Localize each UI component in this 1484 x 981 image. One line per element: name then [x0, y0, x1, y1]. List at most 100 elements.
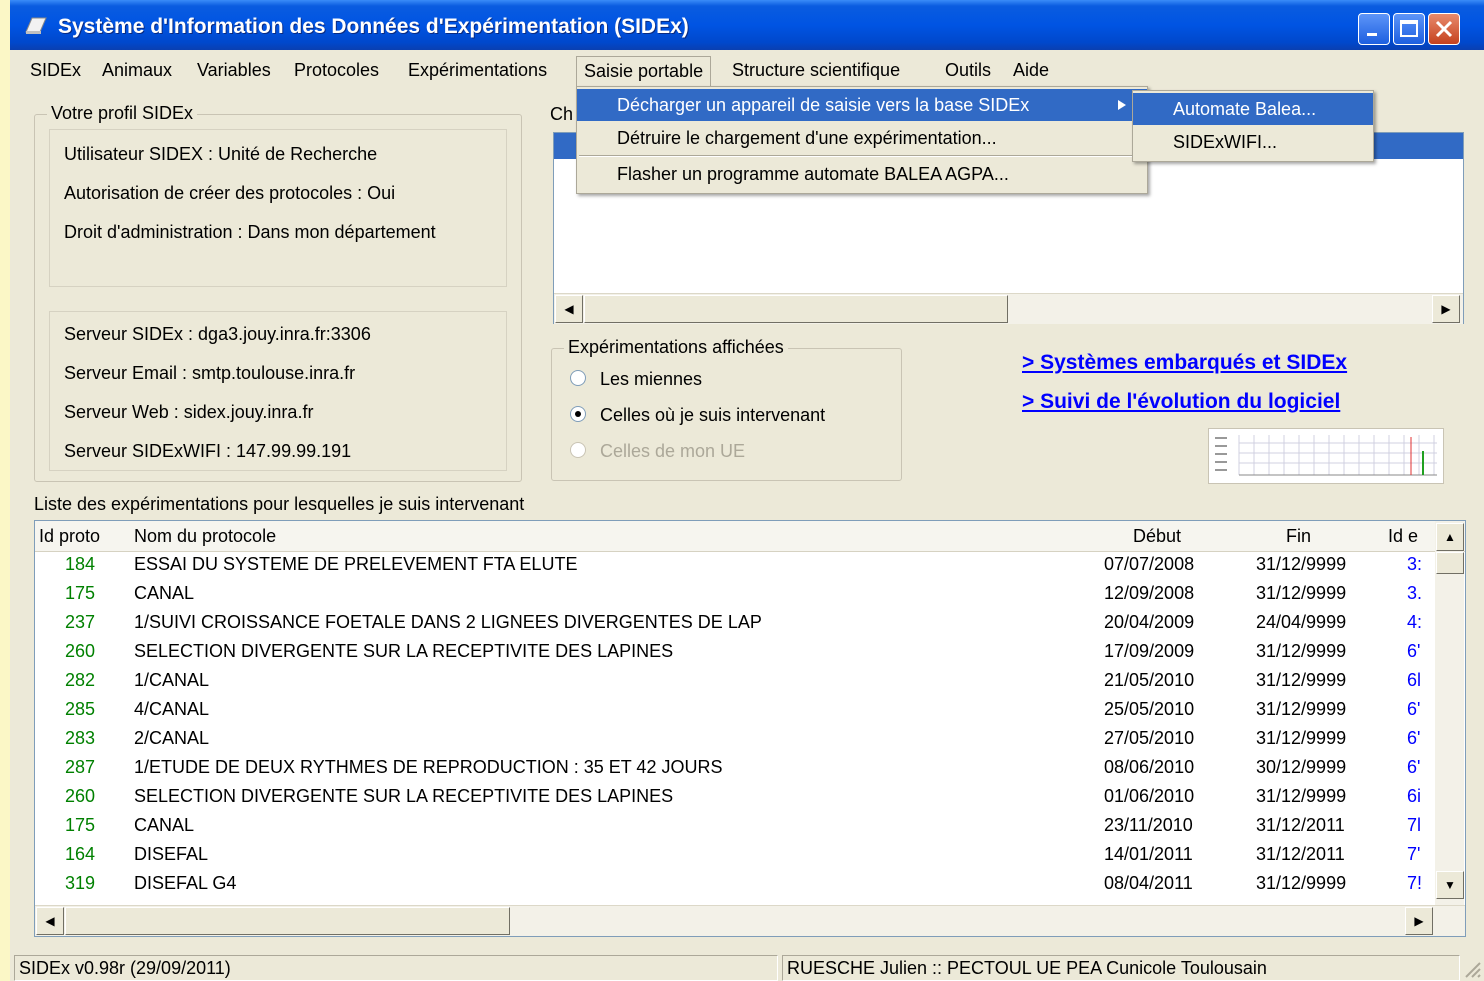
- radio-button-selected[interactable]: [570, 406, 586, 423]
- cell-id-exp: 6': [1407, 699, 1421, 719]
- scroll-down-button[interactable]: ▼: [1436, 871, 1464, 899]
- cell-id-exp: 6i: [1407, 786, 1422, 806]
- cell-name: 4/CANAL: [134, 699, 210, 719]
- status-user: RUESCHE Julien :: PECTOUL UE PEA Cunicol…: [782, 955, 1460, 981]
- column-header-id-proto[interactable]: Id proto: [39, 526, 100, 547]
- status-version: SIDEx v0.98r (29/09/2011): [14, 955, 778, 981]
- cell-debut: 01/06/2010: [1104, 786, 1195, 806]
- cell-id: 260: [65, 641, 96, 661]
- server-web: Serveur Web : sidex.jouy.inra.fr: [64, 402, 314, 422]
- server-email: Serveur Email : smtp.toulouse.inra.fr: [64, 363, 356, 383]
- table-row[interactable]: 285 4/CANAL 25/05/2010 31/12/9999 6': [35, 696, 1435, 725]
- table-row[interactable]: 184 ESSAI DU SYSTEME DE PRELEVEMENT FTA …: [35, 551, 1435, 580]
- scroll-left-button[interactable]: ◀: [36, 907, 64, 935]
- window-title: Système d'Information des Données d'Expé…: [58, 15, 689, 38]
- radio-button-disabled: [570, 442, 586, 459]
- arrow-up-icon: ▲: [1444, 530, 1456, 544]
- menu-item-detruire[interactable]: Détruire le chargement d'une expérimenta…: [577, 123, 1147, 155]
- submenu-item-automate-balea[interactable]: Automate Balea...: [1133, 93, 1373, 125]
- table-row[interactable]: 237 1/SUIVI CROISSANCE FOETALE DANS 2 LI…: [35, 609, 1435, 638]
- scroll-left-button[interactable]: ◀: [555, 295, 583, 323]
- menu-outils[interactable]: Outils: [945, 60, 991, 81]
- scroll-right-button[interactable]: ▶: [1405, 907, 1433, 935]
- cell-name: 1/SUIVI CROISSANCE FOETALE DANS 2 LIGNEE…: [134, 612, 762, 632]
- menu-separator: [579, 155, 1145, 157]
- radio-intervenant[interactable]: Celles où je suis intervenant: [570, 405, 825, 426]
- table-row[interactable]: 283 2/CANAL 27/05/2010 31/12/9999 6': [35, 725, 1435, 754]
- status-bar: SIDEx v0.98r (29/09/2011) RUESCHE Julien…: [10, 953, 1484, 981]
- cell-id-exp: 7!: [1407, 873, 1423, 893]
- cell-name: DISEFAL: [134, 844, 209, 864]
- cell-debut: 17/09/2009: [1104, 641, 1195, 661]
- vertical-scroll-thumb[interactable]: [1436, 552, 1464, 574]
- minimize-button[interactable]: [1358, 13, 1390, 45]
- menu-animaux[interactable]: Animaux: [102, 60, 172, 81]
- column-header-name[interactable]: Nom du protocole: [134, 526, 276, 547]
- menu-experimentations[interactable]: Expérimentations: [408, 60, 547, 81]
- column-header-id-exp[interactable]: Id e: [1388, 526, 1430, 547]
- load-horizontal-scrollbar[interactable]: ◀ ▶: [554, 293, 1463, 324]
- cell-fin: 31/12/9999: [1256, 641, 1347, 661]
- horizontal-scroll-thumb[interactable]: [65, 907, 510, 935]
- cell-id: 319: [65, 873, 96, 893]
- cell-fin: 31/12/9999: [1256, 786, 1347, 806]
- radio-my-ue: Celles de mon UE: [570, 441, 745, 462]
- radio-mine[interactable]: Les miennes: [570, 369, 702, 390]
- experiment-list-caption: Liste des expérimentations pour lesquell…: [34, 494, 525, 514]
- radio-button[interactable]: [570, 370, 586, 387]
- cell-debut: 08/04/2011: [1104, 873, 1193, 893]
- table-row[interactable]: 287 1/ETUDE DE DEUX RYTHMES DE REPRODUCT…: [35, 754, 1435, 783]
- close-button[interactable]: [1428, 13, 1460, 45]
- cell-fin: 31/12/9999: [1256, 583, 1347, 603]
- menu-item-label: Décharger un appareil de saisie vers la …: [617, 95, 1030, 115]
- table-row[interactable]: 260 SELECTION DIVERGENTE SUR LA RECEPTIV…: [35, 638, 1435, 667]
- table-row[interactable]: 175 CANAL 23/11/2010 31/12/2011 7l: [35, 812, 1435, 841]
- maximize-button[interactable]: [1393, 13, 1425, 45]
- table-row[interactable]: 260 SELECTION DIVERGENTE SUR LA RECEPTIV…: [35, 783, 1435, 812]
- cell-id: 283: [65, 728, 96, 748]
- cell-fin: 31/12/9999: [1256, 554, 1347, 574]
- table-vertical-scrollbar[interactable]: ▲ ▼: [1435, 521, 1464, 908]
- link-embedded-systems[interactable]: > Systèmes embarqués et SIDEx: [1022, 351, 1347, 375]
- cell-id: 237: [65, 612, 96, 632]
- submenu-arrow-icon: [1118, 100, 1126, 110]
- profile-create-protocols: Autorisation de créer des protocoles : O…: [64, 183, 396, 203]
- cell-fin: 31/12/9999: [1256, 873, 1347, 893]
- cell-name: CANAL: [134, 815, 195, 835]
- table-row[interactable]: 175 CANAL 12/09/2008 31/12/9999 3.: [35, 580, 1435, 609]
- resize-grip-icon[interactable]: [1462, 959, 1482, 979]
- scroll-up-button[interactable]: ▲: [1436, 523, 1464, 551]
- menu-structure-scientifique[interactable]: Structure scientifique: [732, 60, 900, 81]
- table-horizontal-scrollbar[interactable]: ◀ ▶: [35, 905, 1465, 936]
- radio-label: Celles de mon UE: [600, 441, 746, 461]
- cell-fin: 31/12/9999: [1256, 728, 1347, 748]
- table-row[interactable]: 319 DISEFAL G4 08/04/2011 31/12/9999 7!: [35, 870, 1435, 899]
- scroll-thumb[interactable]: [584, 295, 1008, 323]
- cell-id: 287: [65, 757, 96, 777]
- cell-id-exp: 6': [1407, 757, 1421, 777]
- menu-protocoles[interactable]: Protocoles: [294, 60, 379, 81]
- cell-debut: 27/05/2010: [1104, 728, 1195, 748]
- table-header: Id proto Nom du protocole Début Fin Id e: [35, 521, 1465, 552]
- link-software-evolution[interactable]: > Suivi de l'évolution du logiciel: [1022, 390, 1340, 414]
- scroll-right-button[interactable]: ▶: [1432, 295, 1460, 323]
- menu-item-flasher[interactable]: Flasher un programme automate BALEA AGPA…: [577, 159, 1147, 191]
- table-row[interactable]: 164 DISEFAL 14/01/2011 31/12/2011 7': [35, 841, 1435, 870]
- column-header-debut[interactable]: Début: [1133, 526, 1181, 547]
- title-bar[interactable]: Système d'Information des Données d'Expé…: [10, 0, 1484, 50]
- menu-saisie-portable[interactable]: Saisie portable: [576, 56, 712, 87]
- table-row[interactable]: 282 1/CANAL 21/05/2010 31/12/9999 6l: [35, 667, 1435, 696]
- menu-item-decharger[interactable]: Décharger un appareil de saisie vers la …: [577, 89, 1147, 121]
- menu-sidex[interactable]: SIDEx: [30, 60, 81, 81]
- cell-fin: 31/12/9999: [1256, 699, 1347, 719]
- cell-id-exp: 6': [1407, 728, 1421, 748]
- cell-id-exp: 6': [1407, 641, 1421, 661]
- cell-name: ESSAI DU SYSTEME DE PRELEVEMENT FTA ELUT…: [134, 554, 578, 574]
- column-header-fin[interactable]: Fin: [1286, 526, 1311, 547]
- menu-aide[interactable]: Aide: [1013, 60, 1049, 81]
- submenu-item-sidexwifi[interactable]: SIDExWIFI...: [1133, 127, 1373, 159]
- evolution-chart-thumbnail[interactable]: [1208, 428, 1444, 484]
- menu-variables[interactable]: Variables: [197, 60, 271, 81]
- cell-name: DISEFAL G4: [134, 873, 237, 893]
- radio-label: Celles où je suis intervenant: [600, 405, 826, 425]
